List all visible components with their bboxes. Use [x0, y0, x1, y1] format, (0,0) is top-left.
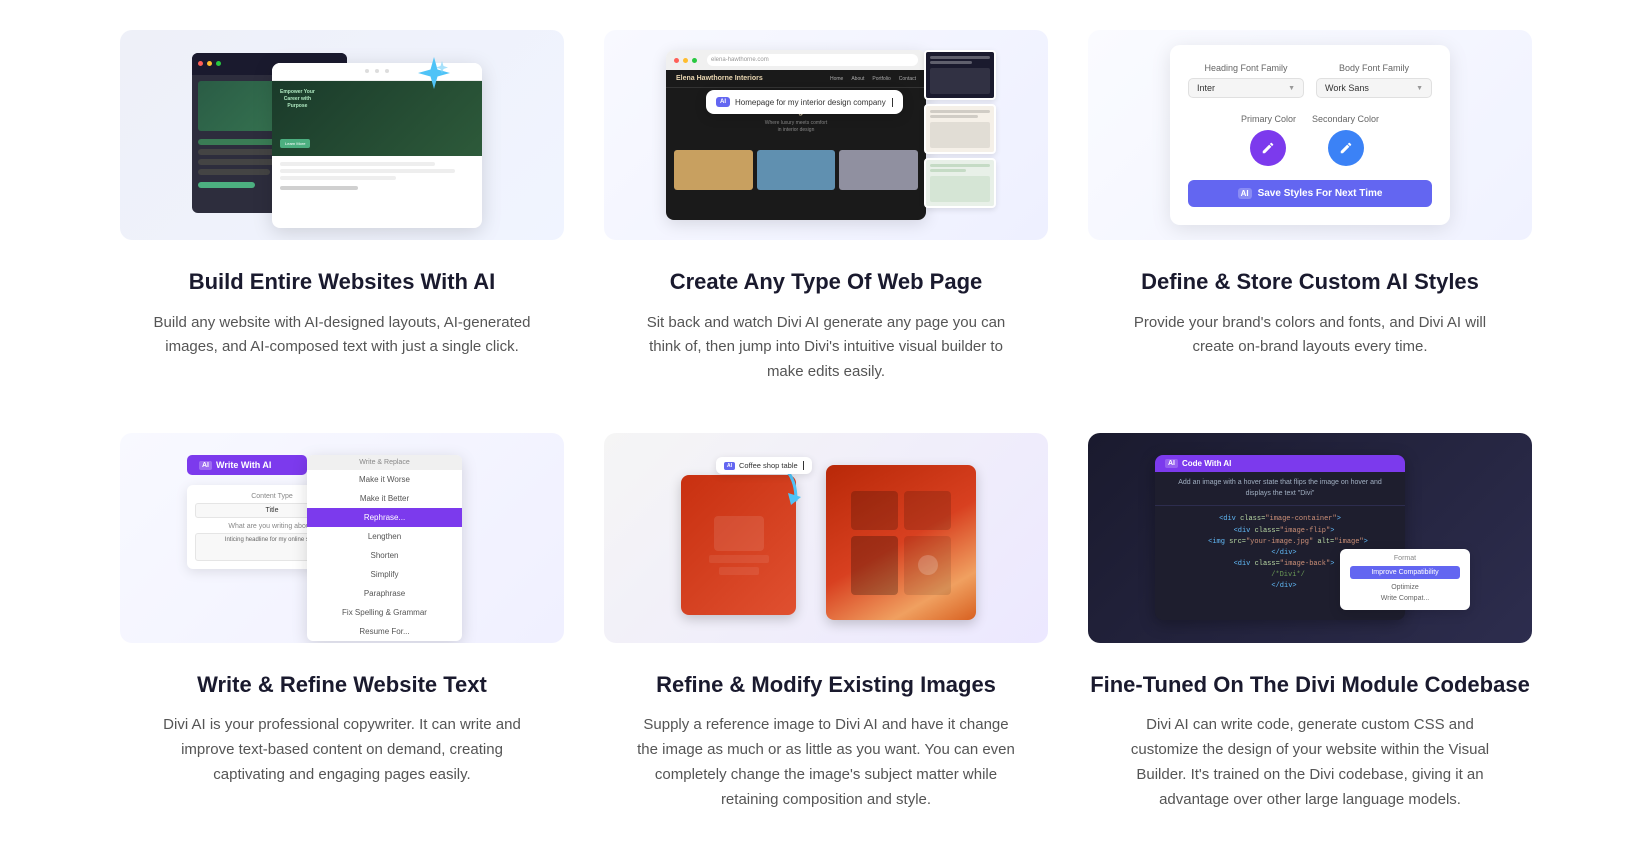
feature-desc-write-text: Divi AI is your professional copywriter.… — [152, 713, 532, 787]
dropdown-fix-spelling[interactable]: Fix Spelling & Grammar — [307, 603, 462, 622]
code-popup: Format Improve Compatibility Optimize Wr… — [1340, 549, 1470, 610]
code-with-ai-title: Code With AI — [1182, 459, 1231, 468]
code-editor-header: AI Code With AI — [1155, 455, 1405, 472]
ai-star-icon — [416, 55, 452, 91]
thumb-1 — [924, 50, 996, 100]
result-image — [826, 465, 976, 620]
feature-image-define-styles: Heading Font Family Inter ▼ Body Font Fa… — [1088, 30, 1532, 240]
features-grid: Empower YourCareer withPurpose Learn Mor… — [0, 0, 1652, 852]
write-compat-option[interactable]: Write Compat... — [1350, 593, 1460, 604]
ai-badge: AI — [716, 97, 730, 107]
secondary-color-swatch[interactable] — [1328, 130, 1364, 166]
primary-color-swatch[interactable] — [1250, 130, 1286, 166]
feature-image-refine-images: AI Coffee shop table — [604, 433, 1048, 643]
webpage-mockup: elena-hawthorne.com Elena Hawthorne Inte… — [656, 40, 996, 230]
feature-title-build-websites: Build Entire Websites With AI — [189, 268, 496, 297]
heading-font-arrow: ▼ — [1288, 85, 1295, 92]
dropdown-resume[interactable]: Resume For... — [307, 622, 462, 641]
dropdown-header: Write & Replace — [307, 455, 462, 470]
pencil-icon-2 — [1339, 141, 1353, 155]
ai-code-badge: AI — [1165, 459, 1178, 468]
ai-icon-save: AI — [1238, 188, 1252, 199]
code-panel: AI Code With AI Add an image with a hove… — [1150, 445, 1470, 630]
feature-desc-create-pages: Sit back and watch Divi AI generate any … — [636, 311, 1016, 385]
feature-title-refine-images: Refine & Modify Existing Images — [656, 671, 996, 700]
write-ai-badge: AI — [199, 461, 212, 470]
ai-prompt-bubble: AI Coffee shop table — [716, 457, 812, 474]
thumb-3 — [924, 158, 996, 208]
dropdown-rephrase[interactable]: Rephrase... — [307, 508, 462, 527]
feature-desc-build-websites: Build any website with AI-designed layou… — [152, 311, 532, 361]
heading-font-col: Heading Font Family Inter ▼ — [1188, 63, 1304, 98]
feature-card-refine-images: AI Coffee shop table — [604, 433, 1048, 813]
dropdown-shorten[interactable]: Shorten — [307, 546, 462, 565]
side-thumbnails — [924, 50, 996, 208]
feature-image-create-pages: elena-hawthorne.com Elena Hawthorne Inte… — [604, 30, 1048, 240]
browser-frame: elena-hawthorne.com Elena Hawthorne Inte… — [666, 50, 926, 220]
dropdown-make-worse[interactable]: Make it Worse — [307, 470, 462, 489]
write-ai-label: Write With AI — [216, 460, 271, 470]
pencil-icon — [1261, 141, 1275, 155]
feature-card-define-styles: Heading Font Family Inter ▼ Body Font Fa… — [1088, 30, 1532, 385]
improve-compatibility-button[interactable]: Improve Compatibility — [1350, 566, 1460, 579]
secondary-color-label: Secondary Color — [1312, 114, 1379, 124]
website-mockup: Empower YourCareer withPurpose Learn Mor… — [182, 43, 502, 228]
dropdown-make-better[interactable]: Make it Better — [307, 489, 462, 508]
feature-image-build-websites: Empower YourCareer withPurpose Learn Mor… — [120, 30, 564, 240]
feature-card-fine-tuned-code: AI Code With AI Add an image with a hove… — [1088, 433, 1532, 813]
body-font-value: Work Sans — [1325, 83, 1369, 93]
body-font-label: Body Font Family — [1316, 63, 1432, 73]
feature-title-create-pages: Create Any Type Of Web Page — [670, 268, 983, 297]
save-styles-label: Save Styles For Next Time — [1258, 188, 1383, 199]
heading-font-select[interactable]: Inter ▼ — [1188, 78, 1304, 98]
format-label: Format — [1350, 555, 1460, 562]
write-panel: AI Write With AI Content Type Title What… — [177, 445, 507, 630]
body-font-arrow: ▼ — [1416, 85, 1423, 92]
chat-text: Homepage for my interior design company — [735, 98, 886, 107]
save-styles-button[interactable]: AI Save Styles For Next Time — [1188, 180, 1432, 207]
feature-image-write-text: AI Write With AI Content Type Title What… — [120, 433, 564, 643]
thumb-2 — [924, 104, 996, 154]
prompt-text: Coffee shop table — [739, 461, 798, 470]
dropdown-lengthen[interactable]: Lengthen — [307, 527, 462, 546]
arrow-prompt-group: AI Coffee shop table — [746, 455, 806, 515]
body-font-col: Body Font Family Work Sans ▼ — [1316, 63, 1432, 98]
code-description: Add an image with a hover state that fli… — [1155, 472, 1405, 506]
heading-font-label: Heading Font Family — [1188, 63, 1304, 73]
ai-badge-prompt: AI — [724, 462, 735, 470]
heading-font-value: Inter — [1197, 83, 1215, 93]
styles-panel: Heading Font Family Inter ▼ Body Font Fa… — [1170, 45, 1450, 225]
primary-color-label: Primary Color — [1241, 114, 1296, 124]
dropdown-paraphrase[interactable]: Paraphrase — [307, 584, 462, 603]
write-ai-button[interactable]: AI Write With AI — [187, 455, 307, 475]
write-dropdown: Write & Replace Make it Worse Make it Be… — [307, 455, 462, 641]
dropdown-simplify[interactable]: Simplify — [307, 565, 462, 584]
feature-title-write-text: Write & Refine Website Text — [197, 671, 487, 700]
font-selects-row: Heading Font Family Inter ▼ Body Font Fa… — [1188, 63, 1432, 98]
color-row: Primary Color Secondary Color — [1188, 114, 1432, 166]
feature-image-fine-tuned-code: AI Code With AI Add an image with a hove… — [1088, 433, 1532, 643]
feature-title-fine-tuned-code: Fine-Tuned On The Divi Module Codebase — [1090, 671, 1530, 700]
secondary-color-group: Secondary Color — [1312, 114, 1379, 166]
body-font-select[interactable]: Work Sans ▼ — [1316, 78, 1432, 98]
feature-title-define-styles: Define & Store Custom AI Styles — [1141, 268, 1479, 297]
feature-desc-refine-images: Supply a reference image to Divi AI and … — [636, 713, 1016, 812]
feature-card-build-websites: Empower YourCareer withPurpose Learn Mor… — [120, 30, 564, 385]
feature-card-write-text: AI Write With AI Content Type Title What… — [120, 433, 564, 813]
images-container: AI Coffee shop table — [661, 445, 991, 630]
primary-color-group: Primary Color — [1241, 114, 1296, 166]
feature-card-create-pages: elena-hawthorne.com Elena Hawthorne Inte… — [604, 30, 1048, 385]
ai-chat-bubble: AI Homepage for my interior design compa… — [706, 90, 903, 114]
feature-desc-define-styles: Provide your brand's colors and fonts, a… — [1120, 311, 1500, 361]
optimize-option[interactable]: Optimize — [1350, 582, 1460, 593]
feature-desc-fine-tuned-code: Divi AI can write code, generate custom … — [1120, 713, 1500, 812]
